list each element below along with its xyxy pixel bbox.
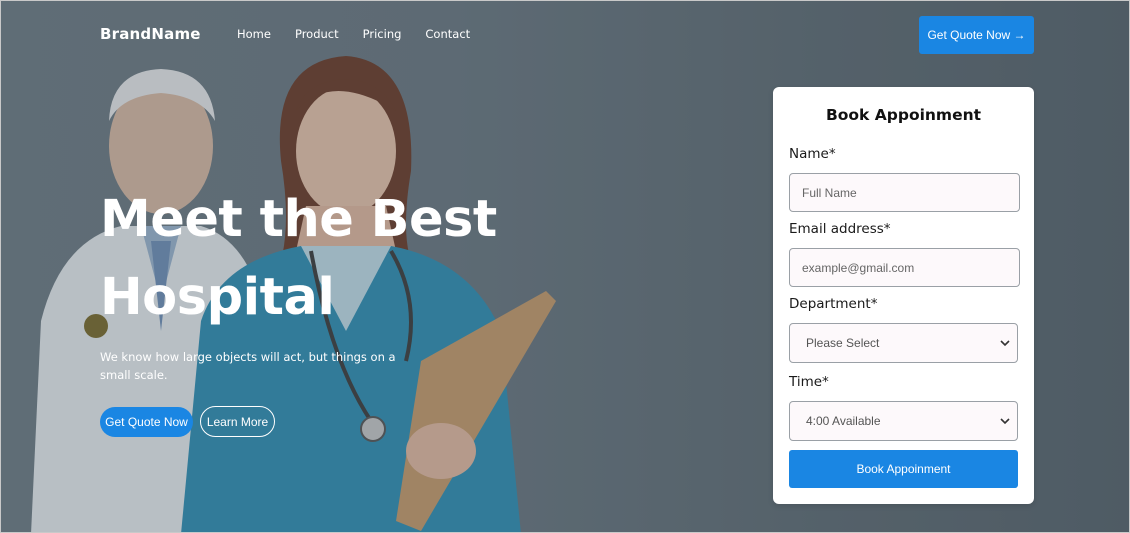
time-label: Time* [789, 374, 829, 390]
nav-link-pricing[interactable]: Pricing [363, 27, 402, 41]
hero-title-line2: Hospital [100, 268, 335, 327]
appointment-form-card: Book Appoinment Name* Email address* Dep… [773, 87, 1034, 504]
name-label: Name* [789, 146, 836, 162]
department-select-value: Please Select [806, 336, 880, 350]
department-select[interactable]: Please Select [789, 323, 1018, 363]
chevron-down-icon [1000, 340, 1010, 347]
hero-title: Meet the Best Hospital [100, 181, 580, 337]
nav-link-contact[interactable]: Contact [425, 27, 470, 41]
form-title: Book Appoinment [825, 106, 982, 124]
hero-title-line1: Meet the Best [100, 190, 497, 249]
time-select[interactable]: 4:00 Available [789, 401, 1018, 441]
book-appointment-button[interactable]: Book Appoinment [789, 450, 1018, 488]
email-label: Email address* [789, 221, 891, 237]
hero-section: BrandName Home Product Pricing Contact G… [0, 0, 1130, 533]
department-label: Department* [789, 296, 878, 312]
learn-more-button[interactable]: Learn More [200, 406, 275, 437]
brand-logo[interactable]: BrandName [100, 25, 201, 43]
chevron-down-icon [1000, 418, 1010, 425]
hero-subtitle: We know how large objects will act, but … [100, 350, 396, 382]
time-select-value: 4:00 Available [806, 414, 881, 428]
nav-get-quote-button[interactable]: Get Quote Now → [919, 16, 1034, 54]
hero-get-quote-button[interactable]: Get Quote Now [100, 407, 193, 437]
name-input[interactable] [789, 173, 1020, 212]
nav-links: Home Product Pricing Contact [237, 27, 470, 41]
email-input[interactable] [789, 248, 1020, 287]
nav-link-home[interactable]: Home [237, 27, 271, 41]
nav-link-product[interactable]: Product [295, 27, 339, 41]
navbar: BrandName Home Product Pricing Contact G… [1, 1, 1129, 69]
